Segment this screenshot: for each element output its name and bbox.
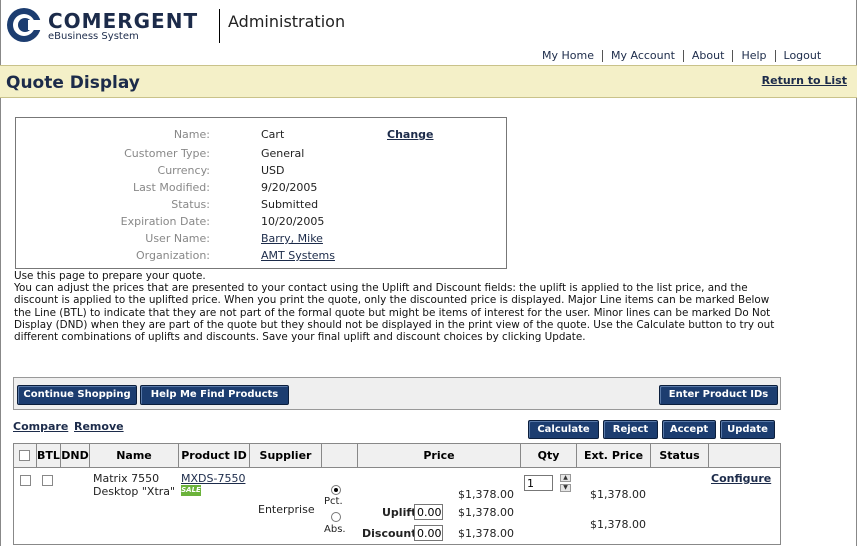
info-label: Status: — [171, 198, 210, 211]
instructions-intro: Use this page to prepare your quote. — [14, 270, 206, 282]
info-row-last-modified: Last Modified: 9/20/2005 — [16, 181, 506, 198]
info-value: USD — [261, 164, 285, 177]
info-value: 10/20/2005 — [261, 215, 325, 228]
update-button[interactable]: Update — [720, 420, 775, 439]
info-row-name: Name: Cart Change — [16, 128, 506, 145]
qty-up-arrow-icon[interactable]: ▲ — [560, 474, 571, 482]
pct-radio[interactable] — [331, 485, 341, 495]
calculate-button[interactable]: Calculate — [528, 420, 599, 439]
nav-logout[interactable]: Logout — [774, 50, 830, 62]
abs-radio[interactable] — [331, 512, 341, 522]
info-value: General — [261, 147, 305, 160]
quote-summary-box: Name: Cart Change Customer Type: General… — [15, 117, 507, 269]
info-row-user-name: User Name: Barry, Mike — [16, 232, 506, 249]
header-name: Name — [89, 444, 178, 468]
header-qty: Qty — [520, 444, 576, 468]
qty-input[interactable]: 1 — [524, 475, 553, 491]
qty-down-arrow-icon[interactable]: ▼ — [560, 484, 571, 492]
header-product-id: Product ID — [178, 444, 249, 468]
header-status: Status — [650, 444, 708, 468]
configure-link[interactable]: Configure — [711, 472, 771, 485]
nav-help[interactable]: Help — [732, 50, 774, 62]
info-label: Organization: — [135, 249, 210, 262]
list-price: $1,378.00 — [458, 488, 514, 501]
return-to-list-link[interactable]: Return to List — [762, 74, 847, 87]
nav-about[interactable]: About — [682, 50, 733, 62]
organization-link[interactable]: AMT Systems — [261, 249, 335, 262]
comergent-logo-icon — [7, 8, 42, 42]
nav-my-account[interactable]: My Account — [601, 50, 683, 62]
info-row-customer-type: Customer Type: General — [16, 147, 506, 164]
header-section-title: Administration — [228, 12, 346, 31]
info-label: User Name: — [145, 232, 210, 245]
header-dnd: DND — [60, 444, 89, 468]
remove-link[interactable]: Remove — [74, 420, 124, 433]
header-select-all-cell — [14, 444, 36, 468]
reject-button[interactable]: Reject — [603, 420, 658, 439]
row-btl-checkbox[interactable] — [42, 475, 53, 486]
pct-label: Pct. — [324, 496, 343, 507]
row-select-checkbox[interactable] — [20, 475, 31, 486]
product-name-line1: Matrix 7550 — [93, 472, 160, 485]
sale-badge-icon: SALE — [181, 485, 201, 496]
info-row-status: Status: Submitted — [16, 198, 506, 215]
help-me-find-products-button[interactable]: Help Me Find Products — [140, 385, 289, 405]
discount-input[interactable]: 0.00 — [414, 525, 443, 541]
brand-name: COMERGENT — [48, 9, 199, 33]
uplift-label: Uplift — [382, 506, 417, 519]
info-value: Cart — [261, 128, 285, 141]
table-header-row: BTL DND Name Product ID Supplier Price Q… — [14, 444, 780, 468]
header-divider — [219, 9, 220, 43]
nav-my-home[interactable]: My Home — [534, 50, 602, 62]
info-row-currency: Currency: USD — [16, 164, 506, 181]
brand-subtitle: eBusiness System — [48, 31, 139, 42]
discount-label: Discount — [362, 527, 417, 540]
info-label: Last Modified: — [132, 181, 210, 194]
info-value: 9/20/2005 — [261, 181, 318, 194]
product-name-line2: Desktop "Xtra" — [93, 485, 176, 498]
user-name-link[interactable]: Barry, Mike — [261, 232, 323, 245]
header-pricing-mode — [321, 444, 357, 468]
info-row-organization: Organization: AMT Systems — [16, 249, 506, 266]
instructions-text: Use this page to prepare your quote. You… — [14, 270, 784, 343]
info-row-expiration-date: Expiration Date: 10/20/2005 — [16, 215, 506, 232]
ext-price: $1,378.00 — [590, 488, 646, 501]
abs-label: Abs. — [324, 524, 346, 535]
info-label: Name: — [173, 128, 210, 141]
discounted-price: $1,378.00 — [458, 527, 514, 540]
info-label: Customer Type: — [124, 147, 210, 160]
header-supplier: Supplier — [249, 444, 321, 468]
uplift-price: $1,378.00 — [458, 506, 514, 519]
compare-link[interactable]: Compare — [13, 420, 68, 433]
header-btl: BTL — [36, 444, 60, 468]
quote-line-items-table: BTL DND Name Product ID Supplier Price Q… — [13, 443, 781, 545]
instructions-body: You can adjust the prices that are prese… — [14, 282, 775, 344]
enter-product-ids-button[interactable]: Enter Product IDs — [659, 385, 778, 405]
info-value: Submitted — [261, 198, 319, 211]
header-actions — [708, 444, 780, 468]
page-title-bar: Quote Display Return to List — [0, 65, 857, 98]
change-name-link[interactable]: Change — [387, 128, 434, 141]
header-price: Price — [357, 444, 520, 468]
ext-price-discounted: $1,378.00 — [590, 518, 646, 531]
accept-button[interactable]: Accept — [662, 420, 716, 439]
info-label: Expiration Date: — [120, 215, 210, 228]
header-ext-price: Ext. Price — [576, 444, 650, 468]
supplier-value: Enterprise — [258, 503, 315, 516]
info-label: Currency: — [157, 164, 210, 177]
action-bar: Continue Shopping Help Me Find Products … — [13, 377, 781, 410]
select-all-checkbox[interactable] — [19, 450, 30, 461]
top-navigation: My Home My Account About Help Logout — [534, 50, 829, 62]
product-id-link[interactable]: MXDS-7550 — [181, 472, 245, 485]
page-title: Quote Display — [6, 73, 140, 93]
uplift-input[interactable]: 0.00 — [414, 504, 443, 520]
continue-shopping-button[interactable]: Continue Shopping — [17, 385, 137, 405]
